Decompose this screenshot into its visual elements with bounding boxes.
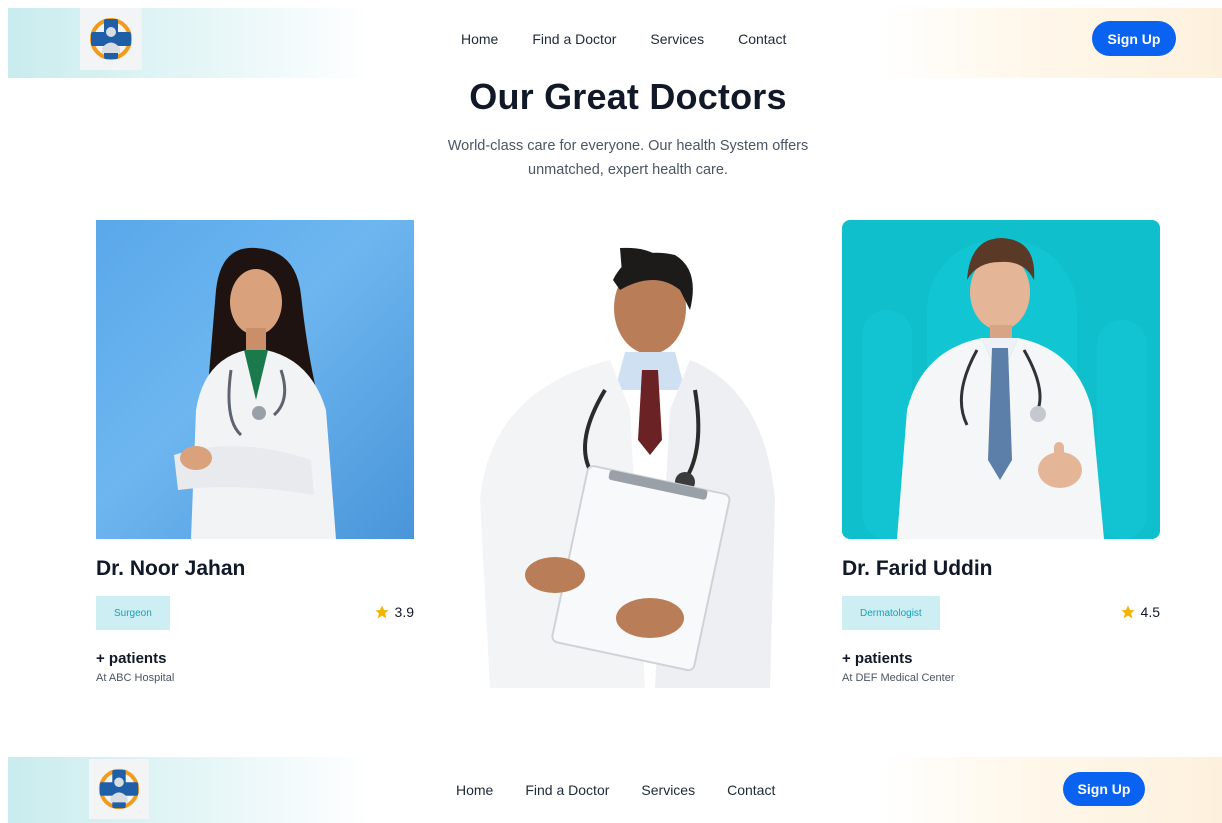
patients-count: + patients	[842, 650, 913, 667]
nav-home-link[interactable]: Home	[456, 782, 493, 798]
doctor-card[interactable]: Dr. Farid Uddin Dermatologist 4.5 + pati…	[842, 220, 1160, 684]
nav-contact-link[interactable]: Contact	[738, 31, 786, 47]
doctor-name[interactable]: Dr. Noor Jahan	[96, 557, 245, 581]
male-doctor-image	[862, 238, 1147, 539]
doctor-rating: 3.9	[374, 604, 414, 620]
nav-contact-link[interactable]: Contact	[727, 782, 775, 798]
hospital-name: At DEF Medical Center	[842, 672, 955, 684]
nav-services-link[interactable]: Services	[650, 31, 704, 47]
doctor-card[interactable]: Dr. Noor Jahan Surgeon 3.9 + patients At…	[96, 220, 414, 684]
bottom-navbar: Home Find a Doctor Services Contact Sign…	[8, 757, 1222, 823]
page-title: Our Great Doctors	[469, 76, 787, 117]
nav-services-link[interactable]: Services	[641, 782, 695, 798]
logo[interactable]	[80, 8, 142, 70]
signup-button[interactable]: Sign Up	[1063, 772, 1145, 806]
specialty-badge: Surgeon	[96, 596, 170, 630]
page-subtitle: World-class care for everyone. Our healt…	[447, 138, 809, 178]
medical-cross-logo-icon	[90, 18, 132, 60]
logo[interactable]	[89, 759, 149, 819]
specialty-badge: Dermatologist	[842, 596, 940, 630]
rating-value: 4.5	[1140, 604, 1160, 620]
patients-count: + patients	[96, 650, 167, 667]
hospital-name: At ABC Hospital	[96, 672, 175, 684]
signup-button[interactable]: Sign Up	[1092, 21, 1176, 56]
rating-value: 3.9	[394, 604, 414, 620]
doctor-rating: 4.5	[1120, 604, 1160, 620]
star-icon	[374, 605, 389, 619]
doctor-photo	[842, 220, 1160, 539]
medical-cross-logo-icon	[98, 768, 140, 810]
male-doctor-image	[480, 247, 775, 688]
female-doctor-image	[174, 247, 336, 539]
featured-doctor-image	[470, 240, 780, 688]
nav-find-doctor-link[interactable]: Find a Doctor	[525, 782, 609, 798]
top-navbar: Home Find a Doctor Services Contact Sign…	[8, 8, 1222, 78]
nav-find-doctor-link[interactable]: Find a Doctor	[532, 31, 616, 47]
main-nav: Home Find a Doctor Services Contact	[461, 31, 820, 47]
doctor-name[interactable]: Dr. Farid Uddin	[842, 557, 993, 581]
nav-home-link[interactable]: Home	[461, 31, 498, 47]
doctor-photo	[96, 220, 414, 539]
footer-nav: Home Find a Doctor Services Contact	[456, 782, 807, 798]
star-icon	[1120, 605, 1135, 619]
